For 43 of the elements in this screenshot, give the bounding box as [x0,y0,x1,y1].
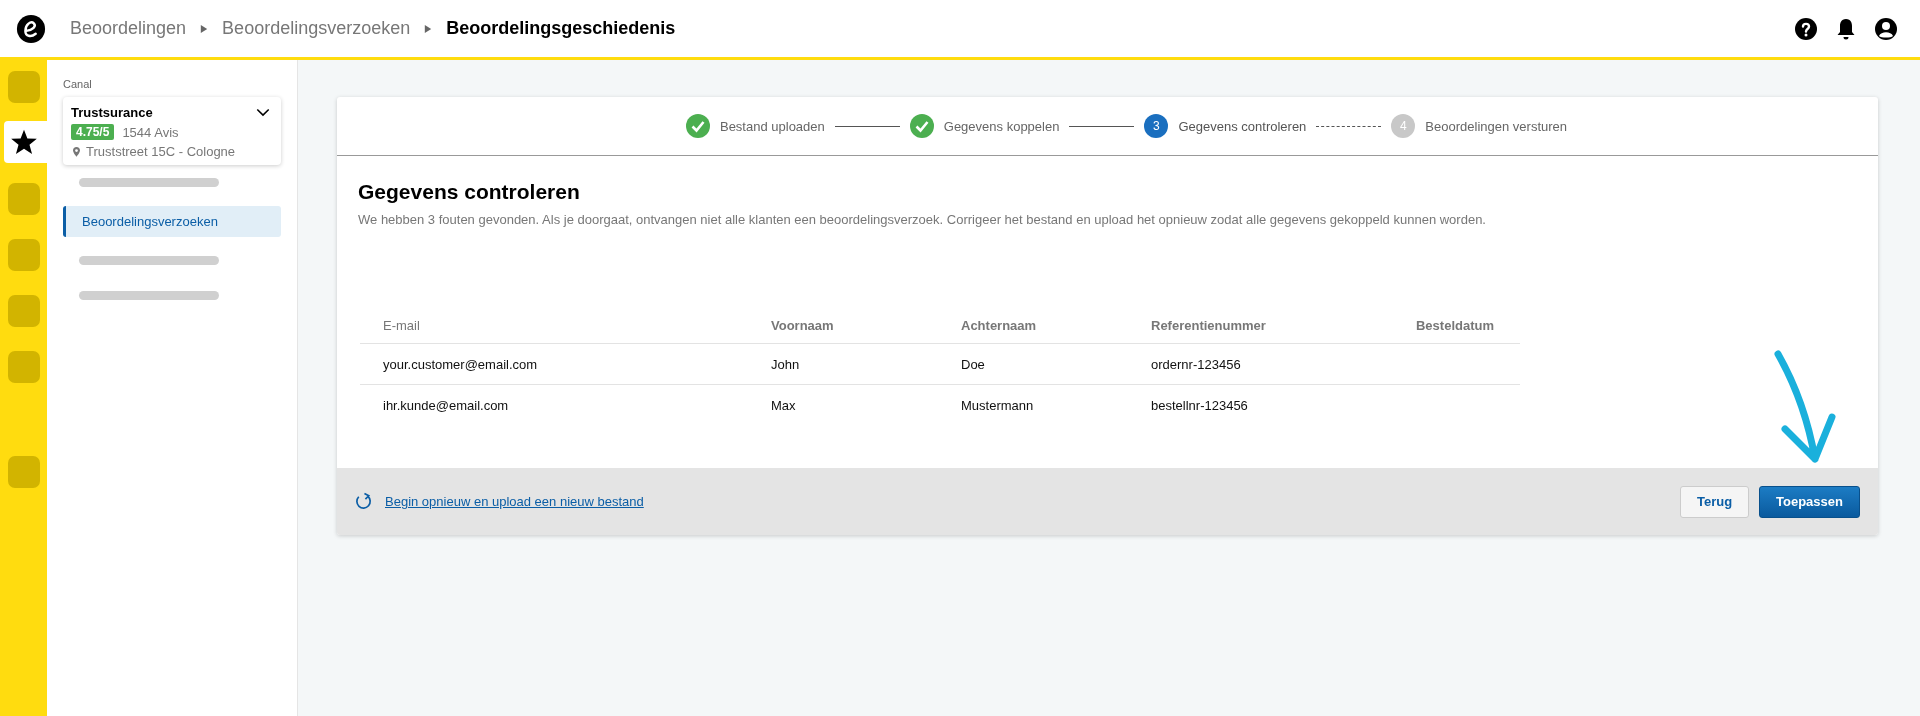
table-cell-text: your.customer@email.com [382,356,539,372]
step-label: Gegevens controleren [1178,118,1307,134]
table-cell-text: Max [770,397,797,413]
back-button[interactable]: Terug [1680,485,1749,518]
step-label: Gegevens koppelen [943,118,1060,134]
column-header: Achternaam [960,317,1038,333]
step-label: Bestand uploaden [719,118,825,134]
table-cell-text: Doe [960,356,986,372]
step-label: Beoordelingen versturen [1425,118,1567,134]
sidebar-item[interactable]: Beoordelingsverzoeken [63,206,281,237]
refresh-icon[interactable] [354,492,373,511]
table-cell-text: John [770,356,801,372]
breadcrumb-link[interactable]: Beoordelingsverzoeken [222,18,411,39]
breadcrumb-link[interactable]: Beoordelingen [70,18,187,39]
restart-link[interactable]: Begin opnieuw en upload een nieuw bestand [385,494,644,509]
location-pin-icon [73,146,80,157]
star-icon [10,128,38,156]
rail-item[interactable] [4,121,47,163]
shop-address: Truststreet 15C - Cologne [86,144,236,159]
table-cell-text: bestellnr-123456 [1150,397,1249,413]
chevron-icon [256,108,270,117]
description: We hebben 3 fouten gevonden. Als je doorgaat, ontvangen niet alle klanten een beoordelingsverzoek. Corrigeer het bestand en upload het opnieuw zodat alle gegevens gekoppeld kunnen worden. [358,212,1487,227]
table-cell-text: ordernr-123456 [1150,356,1242,372]
help-icon[interactable] [1794,16,1818,41]
page-title: Gegevens controleren [358,180,581,204]
table-cell-text: Mustermann [960,397,1035,413]
column-header: Besteldatum [1414,317,1495,333]
shop-selector[interactable]: Trustsurance 4.75/5 1544 Avis Truststreet 15C - Cologne [63,97,281,165]
rating-badge: 4.75/5 [71,124,115,140]
caret-icon [200,23,209,34]
column-header: Voornaam [770,317,835,333]
section-label: Canal [63,78,93,90]
column-header: Referentienummer [1150,317,1267,333]
apply-button[interactable]: Toepassen [1759,485,1860,518]
caret-icon [424,23,433,34]
account-icon[interactable] [1874,16,1898,41]
breadcrumb-link[interactable]: Beoordelingsgeschiedenis [446,18,676,39]
table-cell-text: ihr.kunde@email.com [382,397,510,413]
review-count: 1544 Avis [122,124,179,140]
column-header: E-mail [382,317,421,333]
logo-icon[interactable] [16,13,46,44]
shop-name: Trustsurance [71,105,153,120]
step-number: 3 [1144,114,1169,138]
